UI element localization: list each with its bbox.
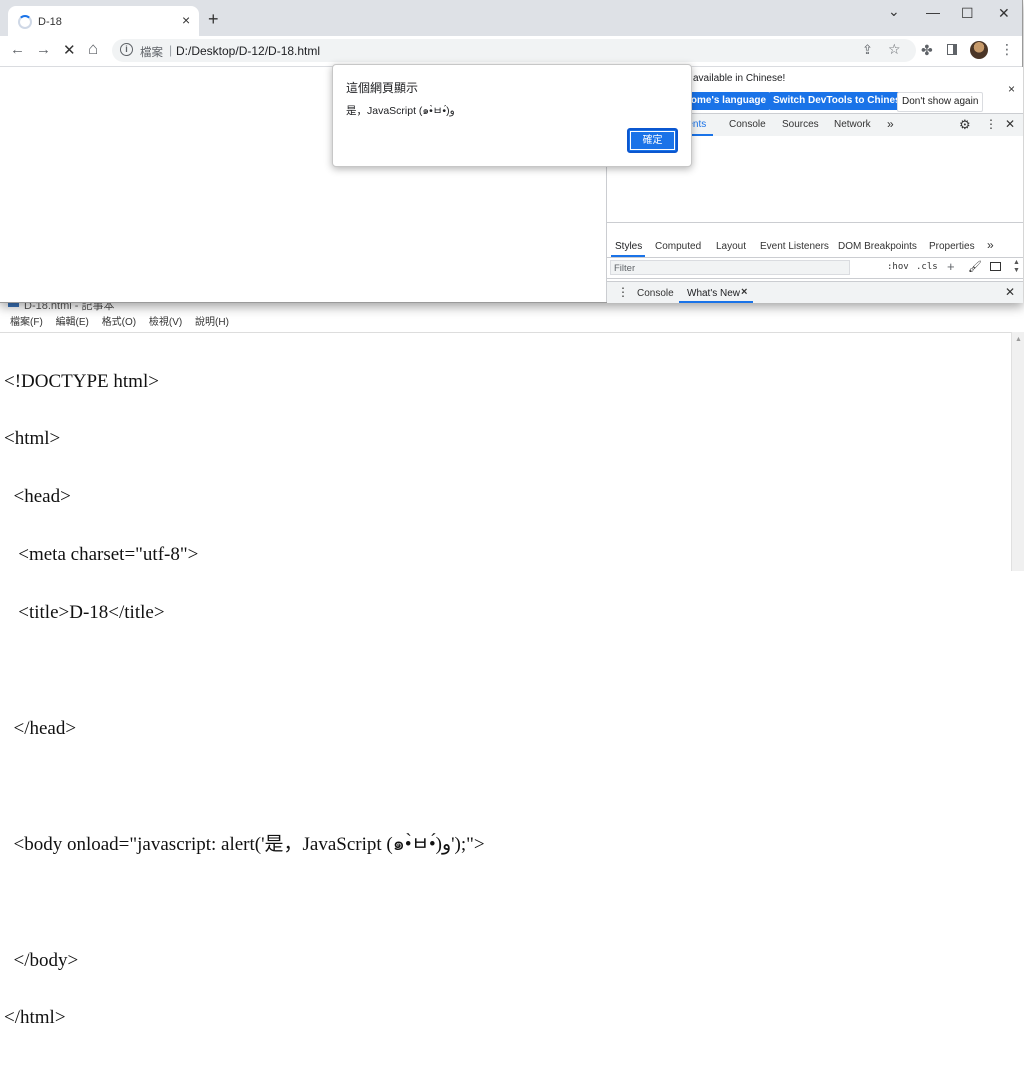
url-scheme-label: 檔案 bbox=[140, 47, 163, 59]
active-drawer-tab-indicator bbox=[679, 301, 753, 303]
scroll-arrows-icon[interactable]: ▲ ▼ bbox=[1013, 259, 1020, 275]
menu-kebab-icon[interactable]: ⋮ bbox=[1000, 41, 1014, 58]
notepad-menubar: 檔案(F) 編輯(E) 格式(O) 檢視(V) 說明(H) bbox=[0, 313, 229, 333]
tab-close-button[interactable]: × bbox=[182, 12, 190, 28]
browser-tab[interactable]: D-18 × bbox=[8, 6, 199, 36]
home-button[interactable]: ⌂ bbox=[88, 39, 98, 59]
forward-button[interactable]: → bbox=[36, 41, 51, 58]
devtools-close-button[interactable]: ✕ bbox=[1005, 117, 1015, 131]
url-separator: | bbox=[169, 43, 173, 57]
new-tab-button[interactable]: + bbox=[208, 10, 219, 28]
active-subtab-indicator bbox=[611, 255, 645, 257]
paint-brush-icon[interactable]: 🖌 bbox=[968, 260, 982, 273]
alert-ok-button[interactable]: 確定 bbox=[627, 128, 678, 153]
notepad-window: D-18.html - 記事本 檔案(F) 編輯(E) 格式(O) 檢視(V) … bbox=[0, 292, 1024, 1028]
code-line: </body> bbox=[4, 949, 79, 971]
toggle-sidebar-icon[interactable] bbox=[990, 262, 1001, 271]
browser-window: D-18 × + ⌄ — ☐ ✕ ← → ✕ ⌂ i 檔案 | D:/Deskt… bbox=[0, 0, 1023, 303]
new-style-rule-button[interactable]: + bbox=[947, 259, 955, 274]
profile-avatar[interactable] bbox=[970, 41, 988, 59]
subtab-event-listeners[interactable]: Event Listeners bbox=[760, 241, 829, 252]
menu-help[interactable]: 說明(H) bbox=[195, 313, 229, 328]
notepad-text-area[interactable]: <!DOCTYPE html> <html> <head> <meta char… bbox=[0, 332, 1011, 1028]
tab-strip: D-18 × + ⌄ — ☐ ✕ bbox=[0, 0, 1022, 36]
tab-console[interactable]: Console bbox=[729, 119, 766, 130]
devtools-sidebar-tabs: Styles Computed Layout Event Listeners D… bbox=[607, 235, 1023, 258]
tab-title: D-18 bbox=[38, 16, 62, 28]
alert-title: 這個網頁顯示 bbox=[346, 81, 419, 95]
scroll-up-icon[interactable]: ▲ bbox=[1015, 336, 1022, 343]
code-line: <html> bbox=[4, 428, 61, 450]
hov-toggle[interactable]: :hov bbox=[887, 262, 909, 272]
tab-network[interactable]: Network bbox=[834, 119, 871, 130]
bookmark-star-icon[interactable]: ☆ bbox=[888, 41, 901, 58]
banner-text: w available in Chinese! bbox=[683, 73, 786, 84]
more-tabs-icon[interactable]: » bbox=[887, 117, 894, 131]
browser-toolbar: ← → ✕ ⌂ i 檔案 | D:/Desktop/D-12/D-18.html… bbox=[0, 36, 1022, 67]
switch-devtools-chinese-button[interactable]: Switch DevTools to Chinese bbox=[769, 92, 911, 110]
subtab-styles[interactable]: Styles bbox=[615, 241, 642, 252]
notepad-scrollbar[interactable]: ▲ bbox=[1011, 332, 1024, 571]
drawer-tab-console[interactable]: Console bbox=[637, 288, 674, 299]
subtab-computed[interactable]: Computed bbox=[655, 241, 701, 252]
share-icon[interactable]: ⇪ bbox=[862, 42, 873, 58]
code-line: <title>D-18</title> bbox=[4, 602, 165, 624]
code-line: <body onload="javascript: alert('是，JavaS… bbox=[4, 833, 485, 855]
maximize-button[interactable]: ☐ bbox=[961, 5, 974, 22]
menu-view[interactable]: 檢視(V) bbox=[149, 313, 182, 328]
drawer-menu-icon[interactable]: ⋮ bbox=[617, 285, 629, 299]
code-line: <meta charset="utf-8"> bbox=[4, 544, 199, 566]
more-subtabs-icon[interactable]: » bbox=[987, 238, 994, 252]
minimize-button[interactable]: — bbox=[926, 4, 940, 20]
alert-dialog: 這個網頁顯示 是，JavaScript (๑•̀ㅂ•́)و 確定 bbox=[332, 64, 692, 167]
tab-sources[interactable]: Sources bbox=[782, 119, 819, 130]
dont-show-again-button[interactable]: Don't show again bbox=[897, 92, 984, 112]
whats-new-close-icon[interactable]: × bbox=[741, 286, 747, 298]
menu-edit[interactable]: 編輯(E) bbox=[56, 313, 89, 328]
settings-gear-icon[interactable]: ⚙ bbox=[959, 117, 971, 133]
loading-spinner-icon bbox=[18, 15, 32, 29]
info-icon[interactable]: i bbox=[120, 43, 133, 56]
side-panel-icon[interactable] bbox=[947, 44, 957, 55]
address-bar[interactable]: i 檔案 | D:/Desktop/D-12/D-18.html ⇪ ☆ bbox=[112, 39, 916, 62]
close-window-button[interactable]: ✕ bbox=[998, 5, 1010, 22]
extensions-icon[interactable]: ✤ bbox=[921, 42, 933, 59]
menu-file[interactable]: 檔案(F) bbox=[10, 313, 43, 328]
menu-format[interactable]: 格式(O) bbox=[102, 313, 136, 328]
code-line: </head> bbox=[4, 717, 77, 739]
drawer-tab-whats-new[interactable]: What's New bbox=[687, 288, 740, 299]
subtab-layout[interactable]: Layout bbox=[716, 241, 746, 252]
url-text[interactable]: D:/Desktop/D-12/D-18.html bbox=[176, 44, 320, 58]
banner-close-button[interactable]: × bbox=[1008, 82, 1015, 96]
tab-search-icon[interactable]: ⌄ bbox=[888, 3, 900, 20]
code-line: </html> bbox=[4, 1007, 66, 1029]
subtab-dom-breakpoints[interactable]: DOM Breakpoints bbox=[838, 241, 917, 252]
notepad-code: <!DOCTYPE html> <html> <head> <meta char… bbox=[4, 333, 485, 1066]
alert-message: 是，JavaScript (๑•̀ㅂ•́)و bbox=[346, 105, 455, 117]
back-button[interactable]: ← bbox=[10, 41, 25, 58]
devtools-menu-icon[interactable]: ⋮ bbox=[985, 117, 997, 131]
drawer-close-button[interactable]: ✕ bbox=[1005, 285, 1015, 299]
stop-button[interactable]: ✕ bbox=[63, 41, 76, 59]
match-chrome-language-button[interactable]: rome's language bbox=[683, 92, 771, 110]
code-line: <!DOCTYPE html> bbox=[4, 370, 159, 392]
subtab-properties[interactable]: Properties bbox=[929, 241, 975, 252]
styles-filter-bar: Filter :hov .cls + 🖌 ▲ ▼ bbox=[607, 258, 1023, 279]
styles-filter-input[interactable]: Filter bbox=[610, 260, 850, 275]
devtools-drawer-bar: ⋮ Console What's New × ✕ bbox=[607, 281, 1023, 303]
cls-toggle[interactable]: .cls bbox=[916, 262, 938, 272]
code-line: <head> bbox=[4, 486, 71, 508]
